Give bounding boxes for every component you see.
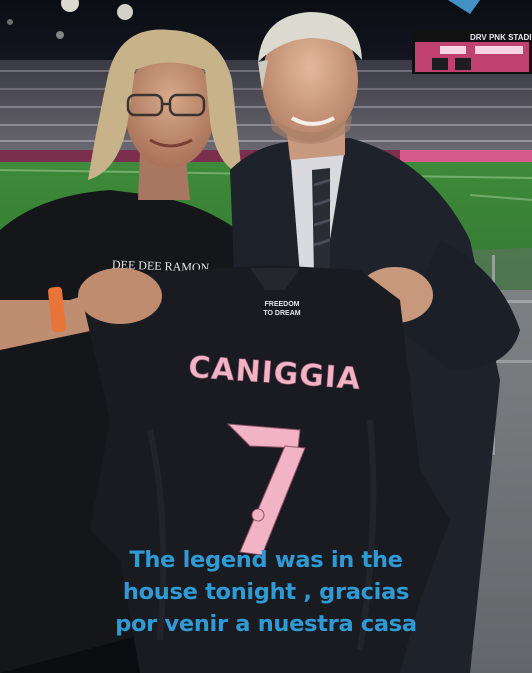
story-caption: The legend was in the house tonight , gr… (0, 544, 532, 640)
caption-line-1: The legend was in the (129, 547, 403, 573)
scoreboard: DRV PNK STADIU (412, 30, 532, 74)
instagram-story: DRV PNK STADIU DEE DEE RAMON FREEDOM TO … (0, 0, 532, 673)
caption-line-2: house tonight , gracias (122, 579, 410, 605)
svg-text:TO DREAM: TO DREAM (263, 310, 300, 317)
svg-text:FREEDOM: FREEDOM (265, 301, 300, 308)
caption-line-3: por venir a nuestra casa (115, 611, 417, 637)
stadium-label: DRV PNK STADIU (470, 33, 532, 42)
